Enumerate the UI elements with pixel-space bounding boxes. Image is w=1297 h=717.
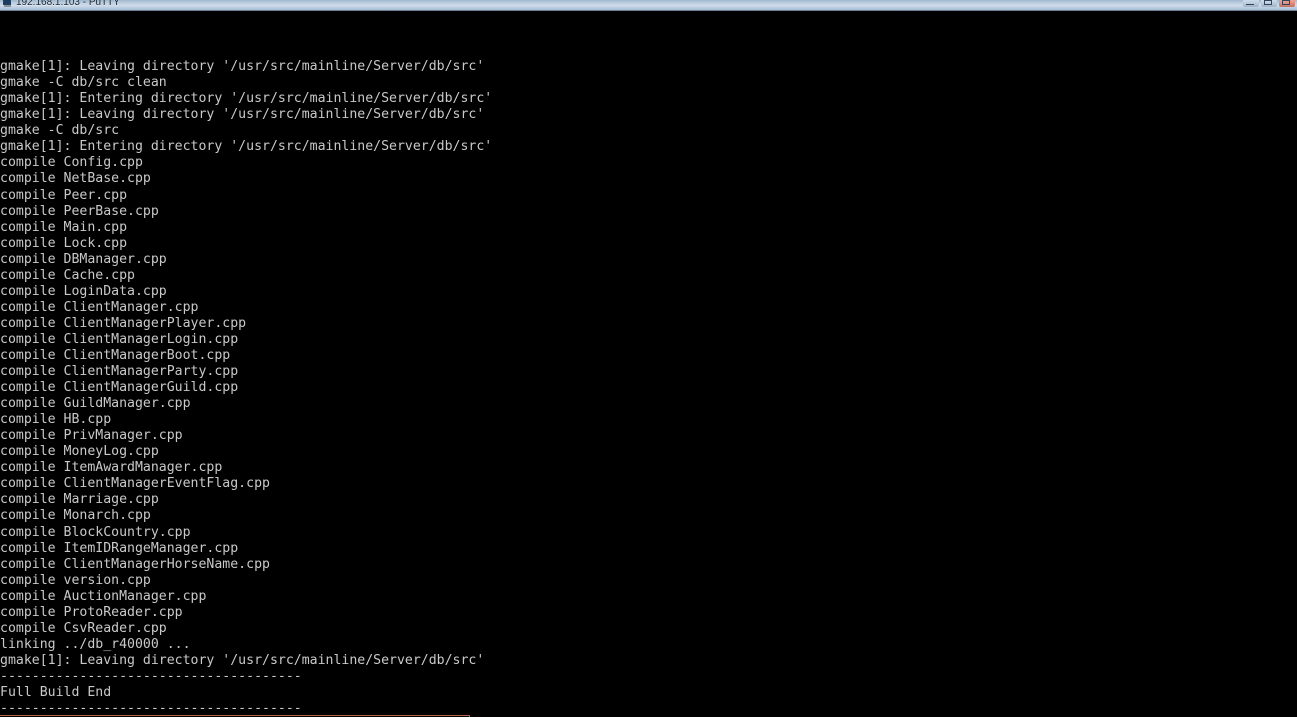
terminal-line: compile ProtoReader.cpp	[0, 604, 183, 620]
terminal-line: compile ClientManagerHorseName.cpp	[0, 556, 270, 572]
terminal-line: compile Main.cpp	[0, 219, 128, 235]
putty-icon[interactable]	[2, 0, 13, 8]
terminal-line: Full Build End	[0, 684, 112, 700]
terminal-line: compile Cache.cpp	[0, 267, 135, 283]
terminal-line: compile AuctionManager.cpp	[0, 588, 207, 604]
terminal-screen[interactable]: gmake[1]: Leaving directory '/usr/src/ma…	[0, 11, 1297, 717]
terminal-line: gmake[1]: Entering directory '/usr/src/m…	[0, 139, 493, 155]
terminal-line: compile CsvReader.cpp	[0, 620, 167, 636]
terminal-line: compile ClientManagerGuild.cpp	[0, 380, 239, 396]
terminal-line: gmake[1]: Leaving directory '/usr/src/ma…	[0, 107, 485, 123]
terminal-line: compile ClientManagerLogin.cpp	[0, 331, 239, 347]
terminal-line: compile ItemAwardManager.cpp	[0, 460, 223, 476]
terminal-line: compile PeerBase.cpp	[0, 203, 159, 219]
title-bar-left-group: 192.168.1.103 - PuTTY	[2, 0, 120, 8]
minimize-button[interactable]	[1243, 0, 1259, 7]
window-controls	[1243, 0, 1295, 7]
maximize-button[interactable]	[1261, 0, 1277, 7]
terminal-line: compile ItemIDRangeManager.cpp	[0, 540, 239, 556]
terminal-line: gmake -C db/src clean	[0, 75, 167, 91]
terminal-line: compile ClientManager.cpp	[0, 299, 199, 315]
terminal-line: compile Marriage.cpp	[0, 492, 159, 508]
terminal-line: compile LoginData.cpp	[0, 283, 167, 299]
terminal-line: compile GuildManager.cpp	[0, 396, 191, 412]
terminal-line: compile Config.cpp	[0, 155, 143, 171]
terminal-line: compile Lock.cpp	[0, 235, 128, 251]
terminal-line: gmake[1]: Leaving directory '/usr/src/ma…	[0, 652, 485, 668]
close-button[interactable]	[1279, 0, 1295, 7]
terminal-line: compile version.cpp	[0, 572, 151, 588]
terminal-line: --------------------------------------	[0, 668, 302, 684]
terminal-line: compile MoneyLog.cpp	[0, 444, 159, 460]
terminal-line: gmake -C db/src	[0, 123, 120, 139]
maximize-icon	[1264, 0, 1272, 5]
terminal-line: compile Monarch.cpp	[0, 508, 151, 524]
terminal-line: compile ClientManagerPlayer.cpp	[0, 315, 247, 331]
window-title-text: 192.168.1.103 - PuTTY	[16, 0, 120, 8]
terminal-line: compile HB.cpp	[0, 412, 112, 428]
minimize-icon	[1246, 1, 1254, 5]
terminal-line: gmake[1]: Entering directory '/usr/src/m…	[0, 91, 493, 107]
close-icon	[1282, 0, 1290, 5]
terminal-line: compile DBManager.cpp	[0, 251, 167, 267]
terminal-window[interactable]: gmake[1]: Leaving directory '/usr/src/ma…	[0, 11, 1297, 717]
putty-icon-base	[4, 5, 11, 7]
terminal-line: gmake[1]: Leaving directory '/usr/src/ma…	[0, 59, 485, 75]
terminal-line: linking ../db_r40000 ...	[0, 636, 191, 652]
terminal-line: compile ClientManagerBoot.cpp	[0, 347, 231, 363]
terminal-line: compile Peer.cpp	[0, 187, 128, 203]
terminal-line: compile PrivManager.cpp	[0, 428, 183, 444]
window-title-bar[interactable]: 192.168.1.103 - PuTTY	[0, 0, 1297, 11]
terminal-line: compile ClientManagerParty.cpp	[0, 364, 239, 380]
terminal-line: compile NetBase.cpp	[0, 171, 151, 187]
terminal-line: --------------------------------------	[0, 701, 302, 717]
terminal-line: compile ClientManagerEventFlag.cpp	[0, 476, 270, 492]
terminal-line: compile BlockCountry.cpp	[0, 524, 191, 540]
